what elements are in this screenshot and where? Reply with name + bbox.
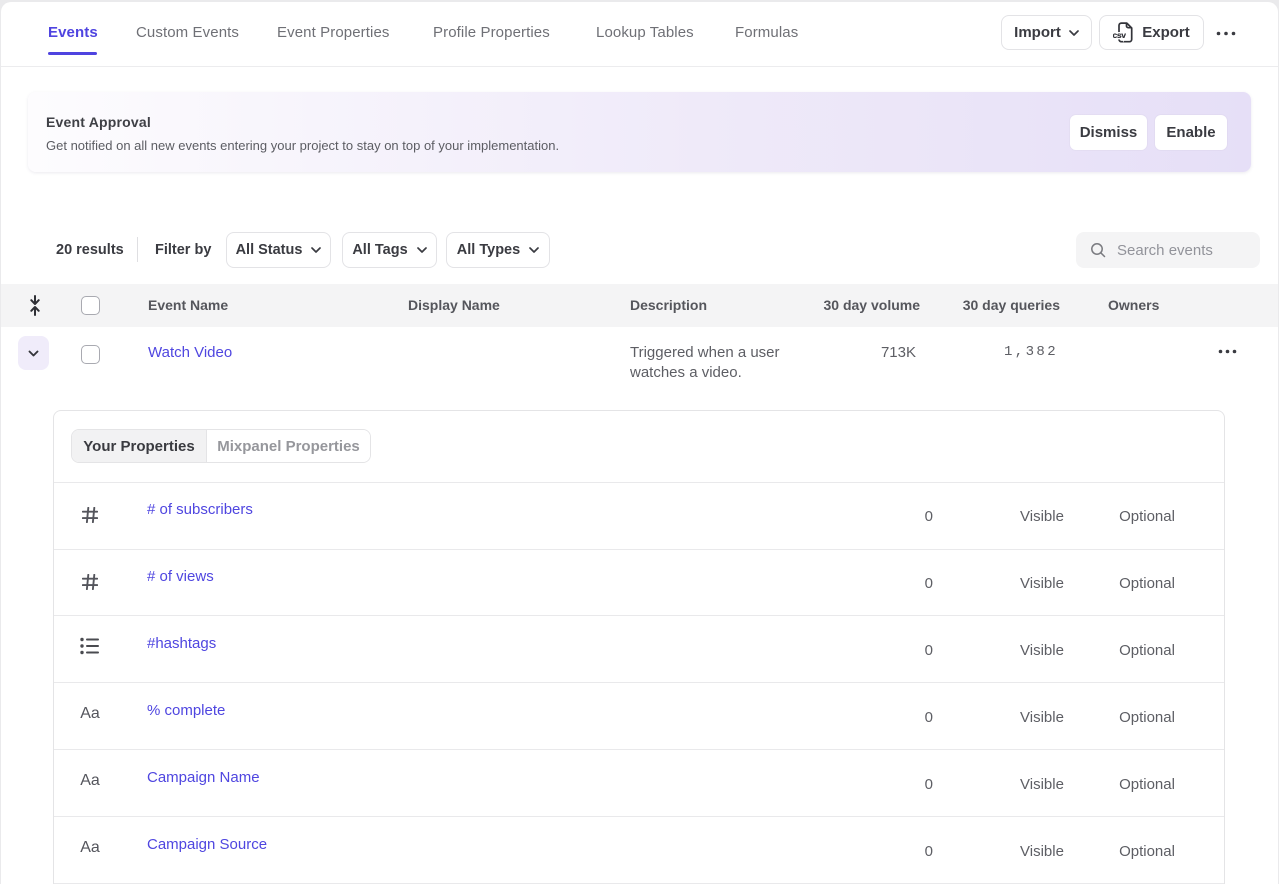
svg-text:csv: csv: [1113, 30, 1126, 40]
